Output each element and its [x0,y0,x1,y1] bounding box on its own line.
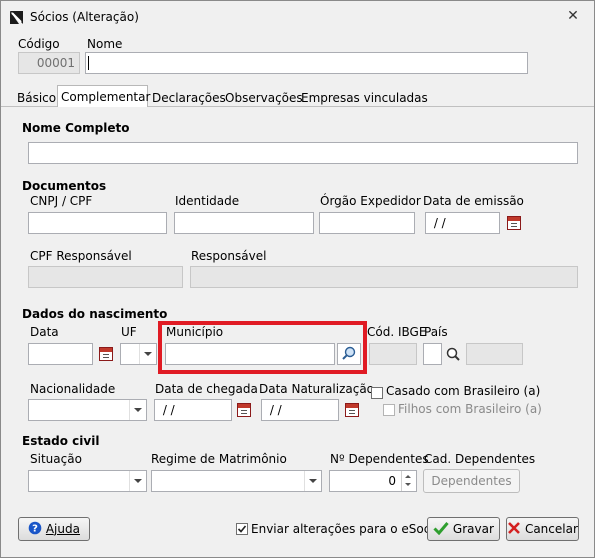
cpf-responsavel-field[interactable] [28,266,183,288]
data-emissao-label: Data de emissão [423,194,524,208]
filhos-brasileiro-label: Filhos com Brasileiro (a) [398,402,542,416]
nacionalidade-label: Nacionalidade [30,382,116,396]
dependentes-button[interactable]: Dependentes [423,469,520,493]
pais-label: País [424,325,448,339]
uf-label: UF [121,325,137,339]
gravar-button[interactable]: Gravar [427,517,500,541]
uf-select[interactable] [120,343,157,365]
esocial-checkbox[interactable] [236,523,248,535]
data-emissao-field[interactable]: / / [425,212,500,234]
help-button-label: Ajuda [45,522,80,536]
num-dependentes-label: Nº Dependentes [330,452,429,466]
chevron-down-icon [304,471,321,491]
pais-name-field[interactable] [466,343,523,365]
tab-basico[interactable]: Básico [14,89,59,107]
data-chegada-field[interactable]: / / [154,399,232,421]
cod-ibge-label: Cód. IBGE [367,325,427,339]
svg-text:?: ? [32,524,38,535]
data-nasc-label: Data [30,325,59,339]
casado-brasileiro-checkbox[interactable] [371,387,383,399]
pais-search-button[interactable] [443,343,463,365]
chevron-down-icon [129,400,146,420]
window-title: Sócios (Alteração) [30,10,139,24]
calendar-icon[interactable] [345,403,359,417]
highlight-box [158,321,367,374]
codigo-label: Código [18,37,60,51]
calendar-icon[interactable] [99,347,113,361]
responsavel-label: Responsável [191,249,267,263]
tab-empresas-vinculadas[interactable]: Empresas vinculadas [298,89,431,107]
data-nasc-field[interactable] [28,343,93,365]
checkmark-icon [237,525,247,533]
num-dependentes-spinner[interactable]: 0 [329,470,417,492]
gravar-button-label: Gravar [452,522,494,536]
cancelar-button[interactable]: Cancelar [506,517,579,541]
spinner-arrows-icon[interactable] [401,471,416,491]
num-dependentes-value: 0 [388,474,396,488]
situacao-select[interactable] [28,470,147,492]
identidade-label: Identidade [175,194,240,208]
help-icon: ? [28,521,42,535]
nome-completo-field[interactable] [28,142,578,164]
dialog-window: Sócios (Alteração) ✕ Código 00001 Nome B… [0,0,595,558]
filhos-brasileiro-checkbox[interactable] [383,404,395,416]
cod-ibge-field[interactable] [369,343,417,365]
calendar-icon[interactable] [237,403,251,417]
chevron-down-icon [139,344,156,364]
responsavel-field[interactable] [190,266,578,288]
cnpj-cpf-label: CNPJ / CPF [30,194,93,208]
nacionalidade-select[interactable] [28,399,147,421]
documentos-label: Documentos [22,179,107,193]
regime-matrimonio-label: Regime de Matrimônio [151,452,287,466]
title-bar: Sócios (Alteração) ✕ [1,1,594,33]
chevron-down-icon [129,471,146,491]
nome-completo-label: Nome Completo [22,121,130,135]
cancelar-button-label: Cancelar [524,522,578,536]
pais-code-field[interactable] [423,343,442,365]
data-naturalizacao-label: Data Naturalização [259,382,375,396]
orgao-expedidor-label: Órgão Expedidor [320,194,421,208]
tab-complementar[interactable]: Complementar [57,85,150,107]
nome-field[interactable] [85,52,528,74]
regime-matrimonio-select[interactable] [151,470,322,492]
cpf-responsavel-label: CPF Responsável [30,249,132,263]
data-naturalizacao-field[interactable]: / / [261,399,339,421]
text-caret [88,56,89,70]
help-button[interactable]: ? Ajuda [18,517,90,541]
nome-label: Nome [87,37,123,51]
calendar-icon[interactable] [507,216,521,230]
orgao-expedidor-field[interactable] [319,212,415,234]
estado-civil-label: Estado civil [22,434,100,448]
search-icon [446,347,460,361]
app-logo-icon [10,11,23,24]
cnpj-cpf-field[interactable] [28,212,167,234]
cad-dependentes-label: Cad. Dependentes [424,452,536,466]
situacao-label: Situação [30,452,82,466]
casado-brasileiro-label: Casado com Brasileiro (a) [386,384,541,398]
codigo-field[interactable]: 00001 [18,52,80,74]
close-icon[interactable]: ✕ [566,9,580,23]
tab-declaracoes[interactable]: Declarações [149,89,229,107]
esocial-label: Enviar alterações para o eSocial [251,522,445,536]
checkmark-icon [433,522,449,536]
data-chegada-label: Data de chegada [155,382,258,396]
tab-observacoes[interactable]: Observações [222,89,306,107]
dados-nascimento-label: Dados do nascimento [22,307,168,321]
close-icon [508,522,521,534]
identidade-field[interactable] [174,212,314,234]
